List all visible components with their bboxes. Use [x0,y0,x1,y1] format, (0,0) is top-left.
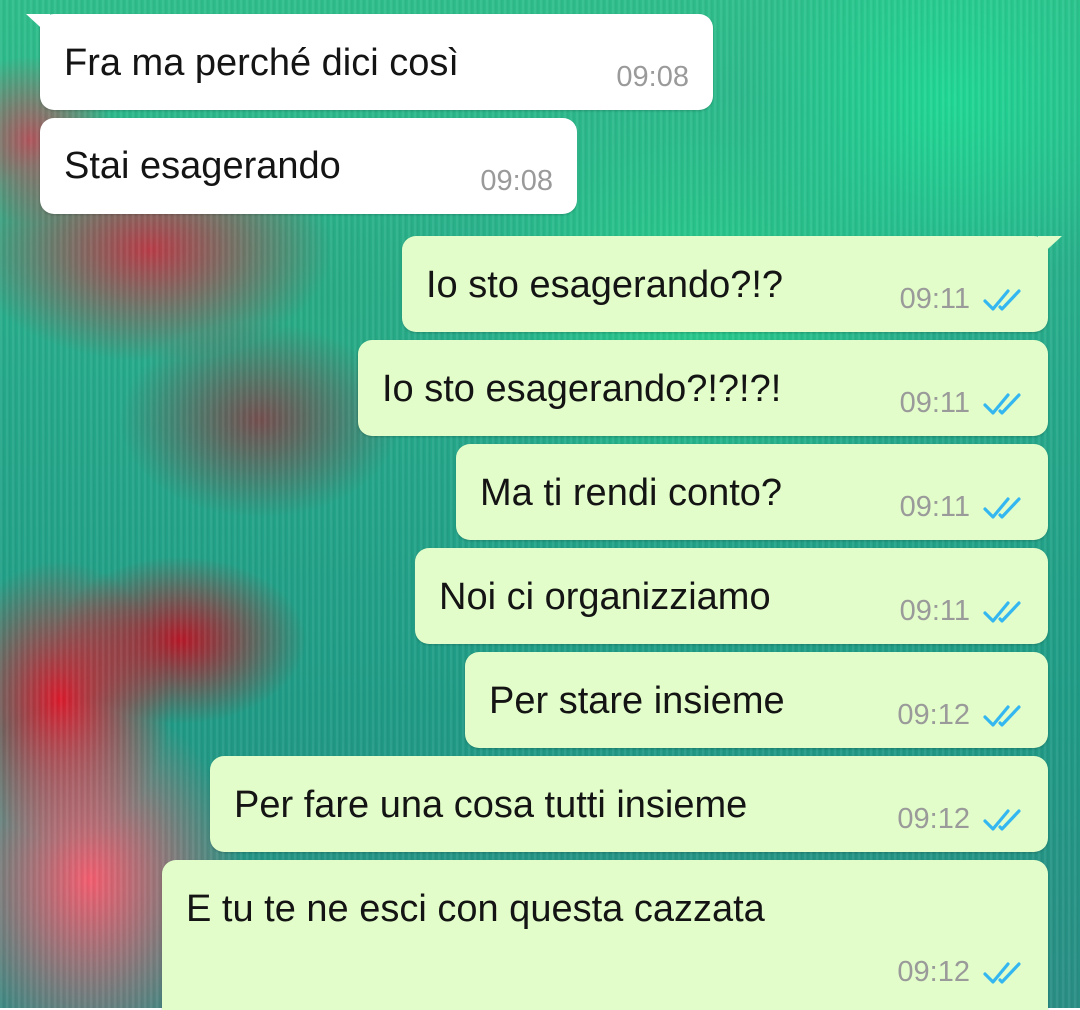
message-time: 09:08 [616,61,689,93]
message-time: 09:12 [897,803,970,835]
message-time: 09:08 [480,165,553,197]
message-bubble-outgoing[interactable]: Per stare insieme 09:12 [465,652,1048,748]
message-text: Io sto esagerando?!?!?! [382,368,782,410]
message-time: 09:11 [899,491,970,523]
double-check-icon [983,496,1021,519]
message-bubble-outgoing[interactable]: Per fare una cosa tutti insieme 09:12 [210,756,1048,852]
message-text: E tu te ne esci con questa cazzata [186,888,765,930]
message-bubble-outgoing[interactable]: Io sto esagerando?!?!?! 09:11 [358,340,1048,436]
double-check-icon [983,808,1021,831]
message-bubble-outgoing[interactable]: Noi ci organizziamo 09:11 [415,548,1048,644]
bubble-tail [26,14,50,36]
message-time: 09:11 [899,387,970,419]
double-check-icon [983,961,1021,984]
message-time: 09:11 [899,595,970,627]
message-bubble-outgoing[interactable]: E tu te ne esci con questa cazzata 09:12 [162,860,1048,1010]
double-check-icon [983,704,1021,727]
message-text: Io sto esagerando?!? [426,264,784,306]
message-bubble-outgoing[interactable]: Ma ti rendi conto? 09:11 [456,444,1048,540]
message-bubble-outgoing[interactable]: Io sto esagerando?!? 09:11 [402,236,1062,332]
message-time: 09:11 [899,283,970,315]
message-time: 09:12 [897,699,970,731]
message-text: Noi ci organizziamo [439,576,771,618]
message-text: Stai esagerando [64,145,341,187]
double-check-icon [983,392,1021,415]
bubble-tail [1038,236,1062,258]
message-text: Per fare una cosa tutti insieme [234,784,748,826]
message-bubble-incoming[interactable]: Fra ma perché dici così 09:08 [26,14,713,110]
double-check-icon [983,288,1021,311]
message-bubble-incoming[interactable]: Stai esagerando 09:08 [40,118,577,214]
message-text: Fra ma perché dici così [64,42,459,84]
double-check-icon [983,600,1021,623]
message-time: 09:12 [897,956,970,988]
message-text: Per stare insieme [489,680,785,722]
message-text: Ma ti rendi conto? [480,472,783,514]
